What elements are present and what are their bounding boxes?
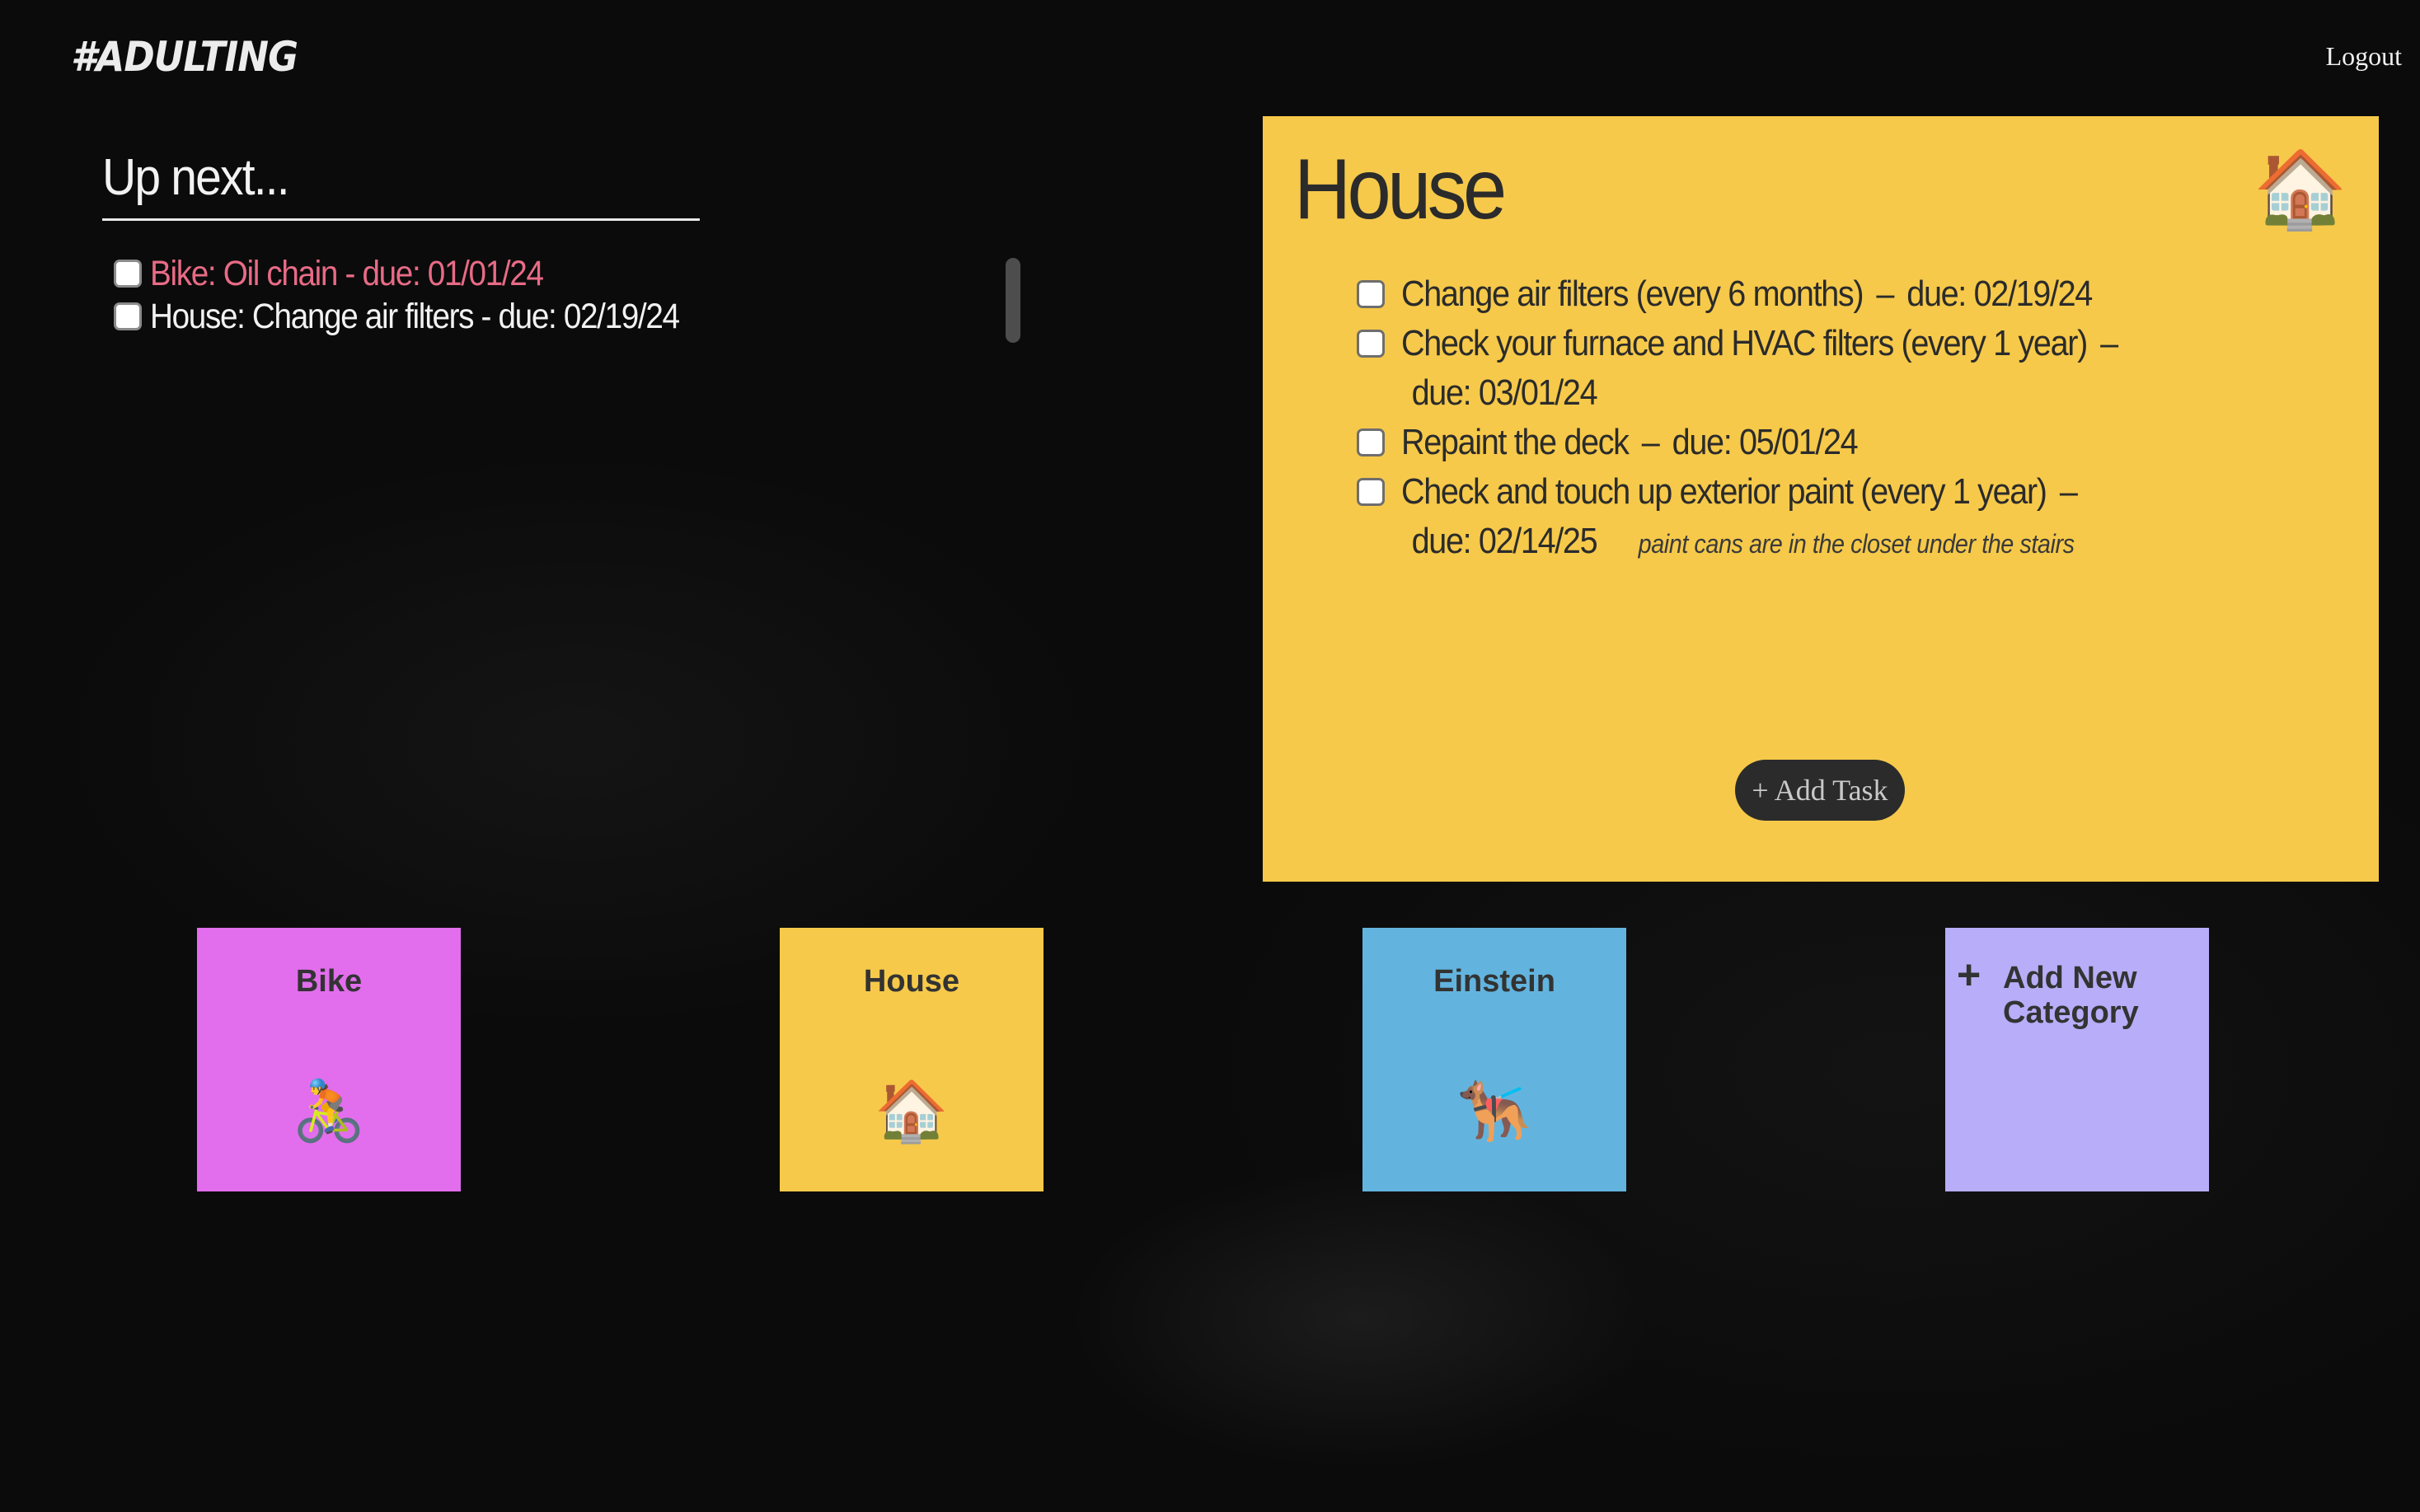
add-category-card[interactable]: + Add New Category (1945, 928, 2209, 1191)
up-next-checkbox[interactable] (114, 260, 142, 288)
category-card-house[interactable]: House 🏠 (780, 928, 1044, 1191)
category-detail-panel: House 🏠 Change air filters (every 6 mont… (1263, 116, 2379, 882)
task-checkbox[interactable] (1357, 330, 1385, 358)
task-text[interactable]: Repaint the deck (1401, 422, 1630, 462)
up-next-item: Bike: Oil chain - due: 01/01/24 (114, 252, 699, 295)
task-checkbox[interactable] (1357, 478, 1385, 506)
up-next-section: Up next... Bike: Oil chain - due: 01/01/… (102, 148, 700, 338)
task-text[interactable]: Change air filters (every 6 months) (1401, 274, 1864, 314)
task-due: due: 02/19/24 (1906, 274, 2093, 314)
up-next-item-label[interactable]: Bike: Oil chain - due: 01/01/24 (150, 254, 544, 294)
task-due: due: 03/01/24 (1411, 372, 1598, 413)
task-list: Change air filters (every 6 months) – due:… (1357, 269, 2263, 569)
task-separator: – (1876, 274, 1894, 314)
category-name: Einstein (1433, 964, 1555, 999)
house-icon: 🏠 (875, 1079, 949, 1145)
app-logo[interactable]: #ADULTING (71, 33, 298, 81)
logout-link[interactable]: Logout (2326, 41, 2402, 72)
task-item: Check your furnace and HVAC filters (eve… (1357, 319, 2263, 418)
task-item: Change air filters (every 6 months) – due:… (1357, 269, 2263, 319)
category-name: Bike (295, 964, 363, 999)
up-next-item-label[interactable]: House: Change air filters - due: 02/19/2… (150, 297, 680, 337)
task-due: due: 02/14/25 (1411, 521, 1598, 561)
task-text[interactable]: Check and touch up exterior paint (every… (1401, 471, 2047, 512)
task-due: due: 05/01/24 (1672, 422, 1859, 462)
task-checkbox[interactable] (1357, 428, 1385, 456)
task-checkbox[interactable] (1357, 280, 1385, 308)
up-next-title: Up next... (102, 148, 700, 221)
up-next-list: Bike: Oil chain - due: 01/01/24 House: C… (102, 252, 699, 338)
add-category-label: Add New Category (2003, 961, 2139, 1030)
category-card-bike[interactable]: Bike 🚴 (197, 928, 461, 1191)
task-separator: – (2100, 323, 2118, 363)
panel-title: House (1294, 142, 1507, 237)
add-task-button[interactable]: + Add Task (1735, 760, 1905, 821)
task-separator: – (2059, 471, 2078, 512)
cyclist-icon: 🚴 (292, 1079, 366, 1145)
task-due-line: due: 02/14/25 paint cans are in the close… (1401, 517, 2177, 569)
house-icon: 🏠 (2253, 147, 2347, 232)
task-item: Check and touch up exterior paint (every… (1357, 467, 2263, 569)
up-next-checkbox[interactable] (114, 302, 142, 330)
category-card-einstein[interactable]: Einstein 🐕‍🦺 (1362, 928, 1626, 1191)
up-next-item: House: Change air filters - due: 02/19/2… (114, 295, 699, 338)
service-dog-icon: 🐕‍🦺 (1457, 1079, 1531, 1145)
plus-icon: + (1957, 952, 1981, 998)
task-text[interactable]: Check your furnace and HVAC filters (eve… (1401, 323, 2088, 363)
task-note: paint cans are in the closet under the s… (1638, 529, 2075, 559)
category-name: House (863, 964, 960, 999)
up-next-scrollbar[interactable] (1006, 258, 1020, 343)
task-separator: – (1641, 422, 1660, 462)
task-item: Repaint the deck – due: 05/01/24 (1357, 418, 2263, 467)
